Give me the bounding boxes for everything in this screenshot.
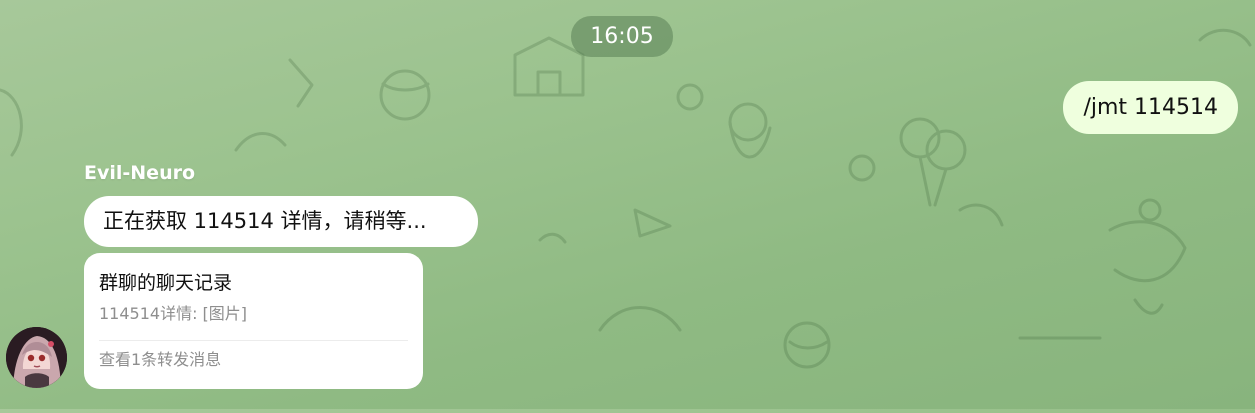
anime-girl-avatar-icon (6, 327, 67, 388)
forwarded-chat-record-card[interactable]: 群聊的聊天记录 114514详情: [图片] 查看1条转发消息 (84, 253, 423, 389)
forward-card-title: 群聊的聊天记录 (99, 272, 233, 294)
incoming-message-bubble[interactable]: 正在获取 114514 详情，请稍等... (84, 196, 478, 247)
incoming-message-text: 正在获取 114514 详情，请稍等... (103, 209, 427, 233)
date-separator-time: 16:05 (571, 16, 673, 57)
outgoing-message-bubble[interactable]: /jmt 114514 (1063, 81, 1238, 134)
outgoing-message-text: /jmt 114514 (1083, 95, 1218, 120)
forward-card-summary: 114514详情: [图片] (99, 304, 248, 323)
sender-avatar[interactable] (6, 327, 67, 388)
forward-card-divider (99, 340, 408, 341)
sender-name[interactable]: Evil-Neuro (84, 162, 195, 184)
view-forwarded-messages-link[interactable]: 查看1条转发消息 (99, 350, 408, 370)
